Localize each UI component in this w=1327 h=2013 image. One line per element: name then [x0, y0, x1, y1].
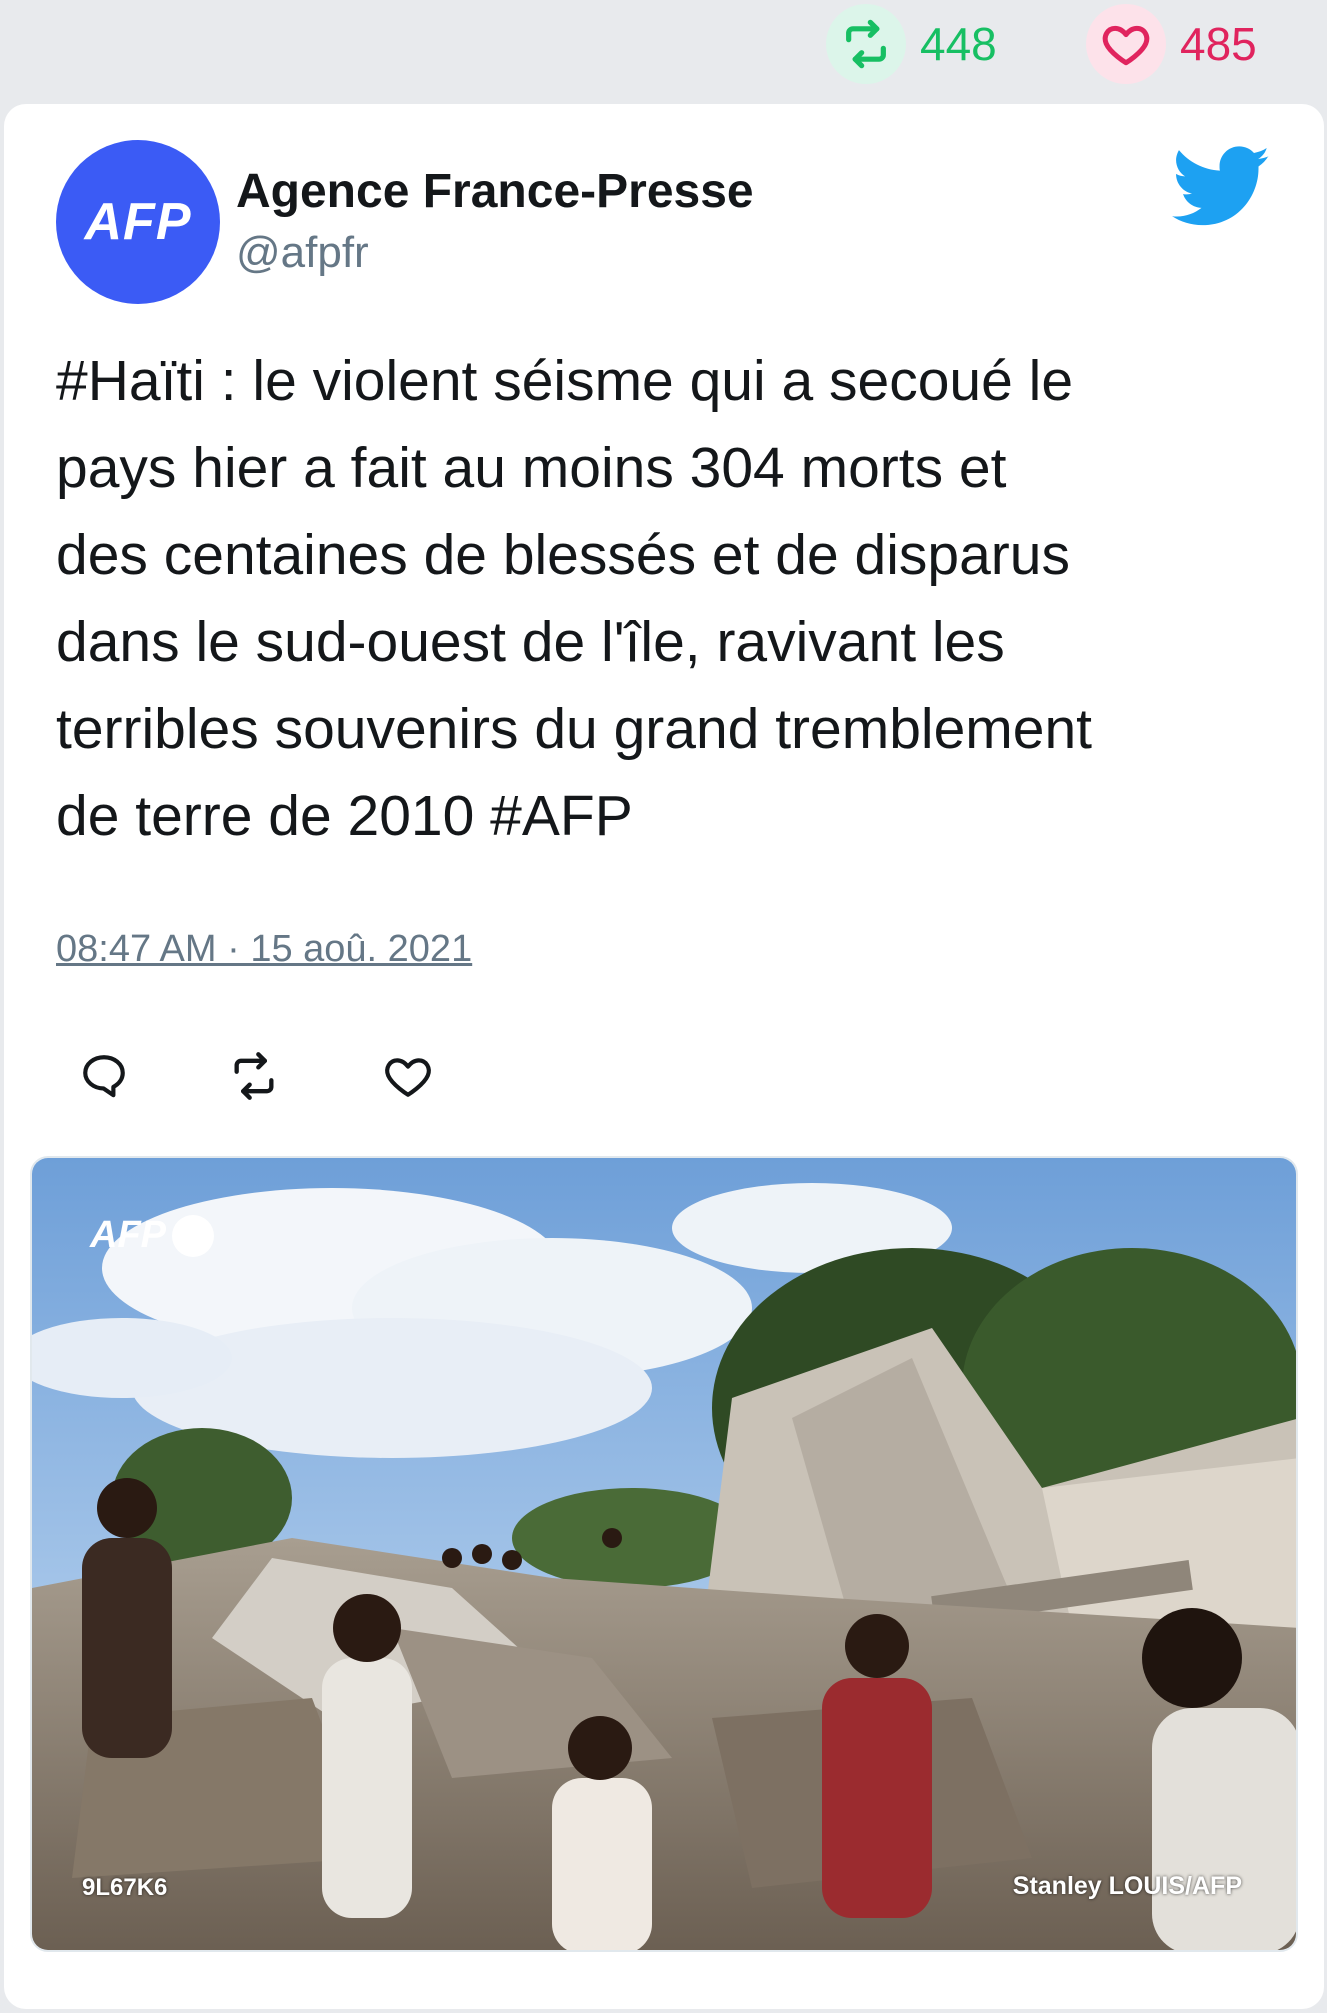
photo-code: 9L67K6 — [82, 1874, 168, 1901]
watermark-text: AFP — [90, 1214, 166, 1256]
tweet-text: #Haïti : le violent séisme qui a secoué … — [56, 349, 1092, 848]
like-count: 485 — [1180, 18, 1257, 70]
heart-icon — [1086, 4, 1166, 84]
afp-watermark-logo: AFP — [90, 1214, 214, 1257]
watermark-dot — [172, 1214, 214, 1257]
like-stat[interactable]: 485 — [1086, 4, 1257, 84]
retweet-stat[interactable]: 448 — [826, 4, 997, 84]
reply-button[interactable] — [76, 1050, 132, 1106]
tweet-timestamp[interactable]: 08:47 AM · 15 aoû. 2021 — [56, 928, 472, 971]
heart-icon — [383, 1051, 433, 1106]
like-button[interactable] — [380, 1050, 436, 1106]
earthquake-rubble-photo — [32, 1158, 1296, 1950]
twitter-bird-icon[interactable] — [1171, 146, 1272, 236]
tweet-card: AFP Agence France-Presse @afpfr #Haïti :… — [4, 104, 1324, 2009]
retweet-button[interactable] — [226, 1050, 282, 1106]
photo-credit: Stanley LOUIS/AFP — [1012, 1872, 1242, 1900]
retweet-count: 448 — [920, 18, 997, 70]
retweet-icon — [826, 4, 906, 84]
reply-icon — [79, 1051, 129, 1106]
author-handle[interactable]: @afpfr — [236, 228, 369, 278]
avatar[interactable]: AFP — [56, 140, 220, 304]
avatar-logo-text: AFP — [84, 193, 192, 251]
retweet-icon — [228, 1050, 280, 1107]
engagement-stats: 448 485 — [0, 0, 1327, 100]
author-name[interactable]: Agence France-Presse — [236, 164, 754, 219]
tweet-photo[interactable]: AFP 9L67K6 Stanley LOUIS/AFP — [30, 1156, 1298, 1952]
